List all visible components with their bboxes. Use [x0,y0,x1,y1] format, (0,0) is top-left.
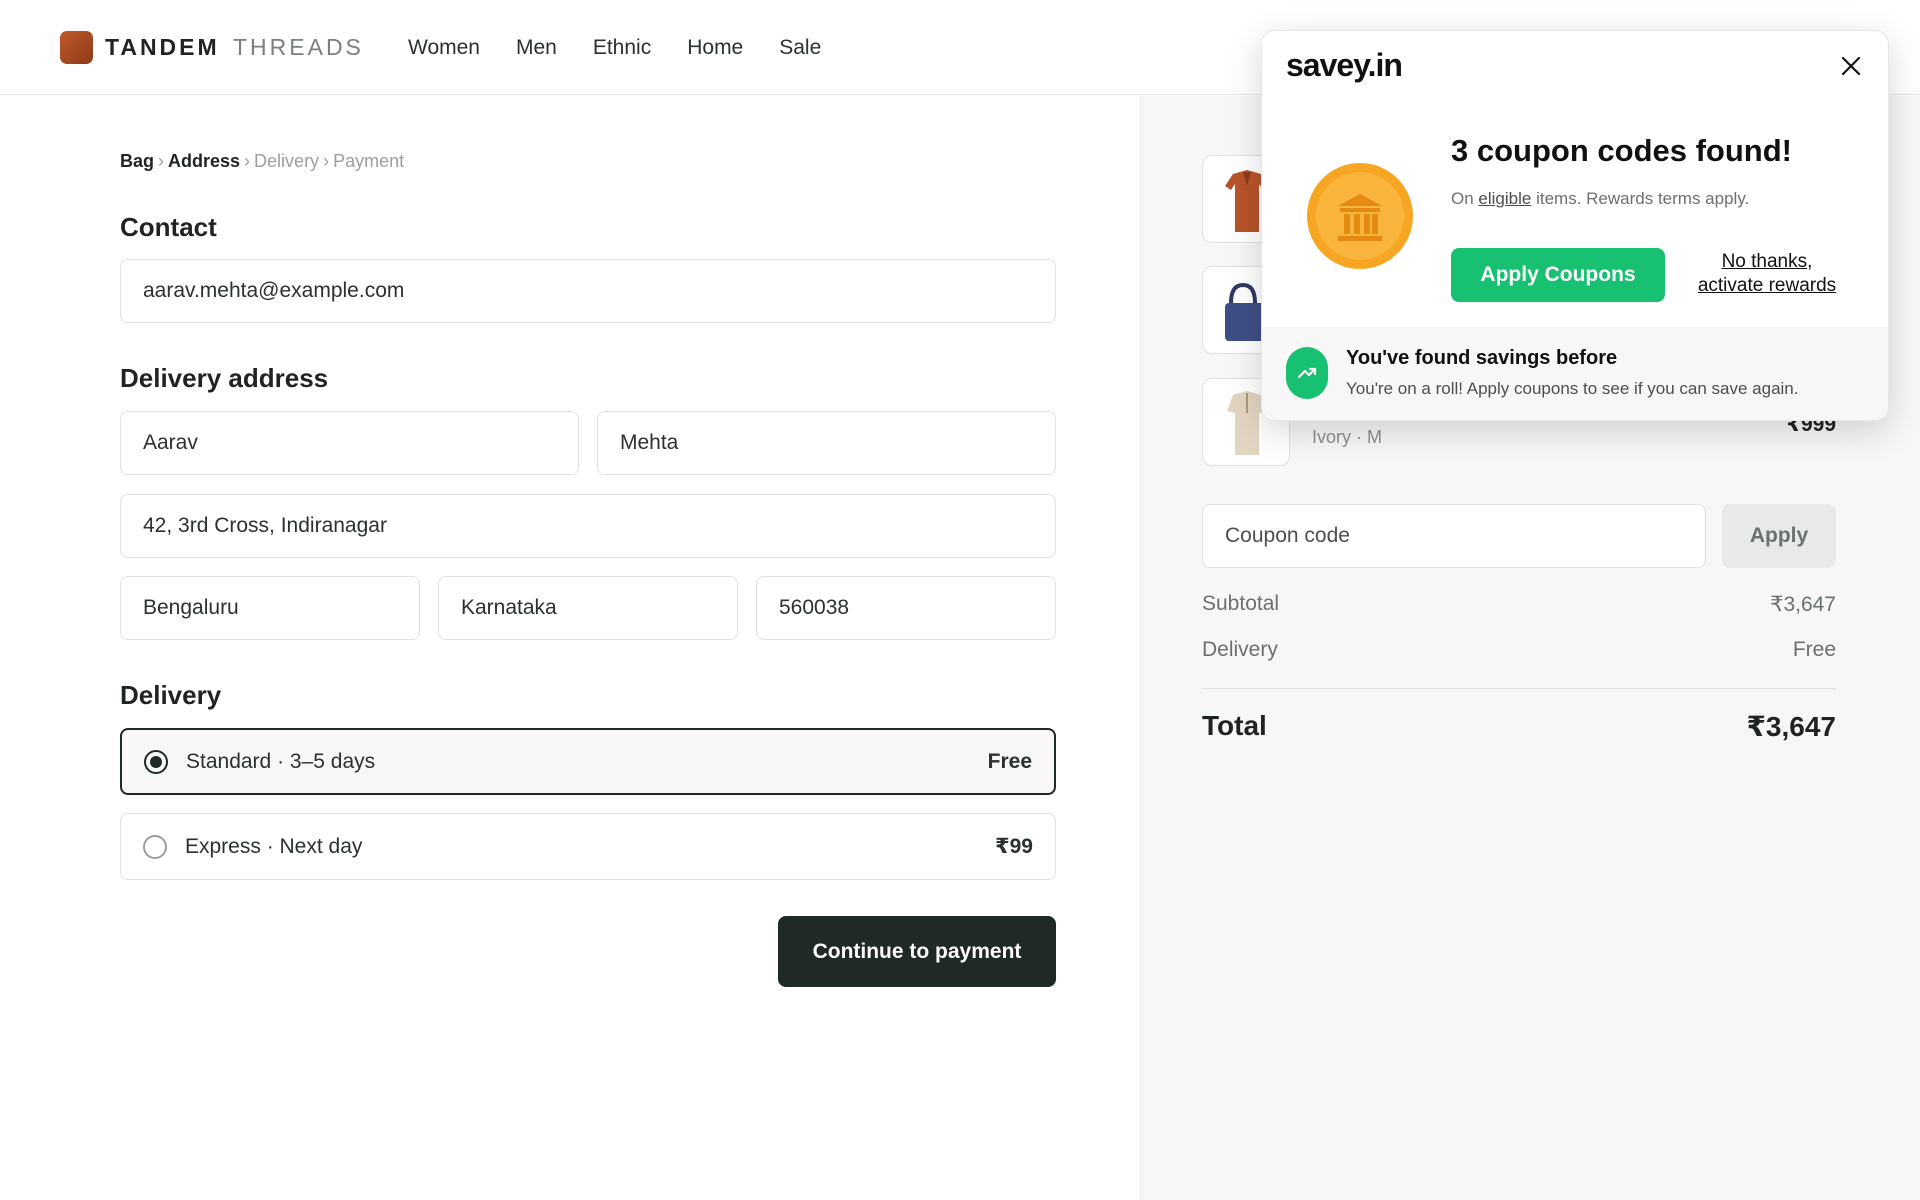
coupon-extension-popup: savey.in 3 coupon codes found! On eligib… [1261,30,1889,421]
delivery-address-heading: Delivery address [120,363,329,393]
radio-unselected-icon[interactable] [143,834,167,859]
coin-bank-icon [1307,163,1413,269]
main-nav: Women Men Ethnic Home Sale [408,36,821,60]
brand-name-primary[interactable]: TANDEM [105,34,220,61]
breadcrumb-payment: Payment [333,151,405,171]
total-label: Total [1202,710,1267,741]
pincode-field[interactable]: 560038 [756,576,1056,640]
nav-item-women[interactable]: Women [408,36,480,60]
delivery-cost-label: Delivery [1202,638,1278,661]
nav-item-sale[interactable]: Sale [779,36,821,60]
delivery-option-express[interactable]: Express · Next day ₹99 [120,813,1056,880]
eligible-link[interactable]: eligible [1478,189,1531,208]
savey-logo: savey.in [1286,47,1403,83]
delivery-cost-row: Delivery Free [1202,638,1836,662]
no-thanks-line1[interactable]: No thanks, [1686,250,1848,274]
close-icon[interactable] [1836,51,1866,81]
city-field[interactable]: Bengaluru [120,576,420,640]
continue-to-payment-button[interactable]: Continue to payment [778,916,1056,987]
delivery-option-label: Standard · 3–5 days [186,749,376,773]
breadcrumb-address[interactable]: Address [168,151,240,171]
first-name-field[interactable]: Aarav [120,411,579,475]
state-field[interactable]: Karnataka [438,576,738,640]
contact-heading: Contact [120,212,217,242]
breadcrumb-bag[interactable]: Bag [120,151,154,171]
popup-footer: You've found savings before You're on a … [1262,327,1888,420]
delivery-option-price: ₹99 [995,835,1033,858]
delivery-cost-value: Free [1792,638,1836,661]
popup-subtitle-suffix: items. Rewards terms apply. [1536,189,1750,208]
email-field[interactable]: aarav.mehta@example.com [120,259,1056,323]
no-thanks-line2[interactable]: activate rewards [1686,274,1848,298]
coupon-code-input[interactable]: Coupon code [1202,504,1706,568]
street-address-field[interactable]: 42, 3rd Cross, Indiranagar [120,494,1056,558]
radio-selected-icon[interactable] [144,749,168,774]
brand-name-secondary[interactable]: THREADS [233,34,364,61]
popup-footer-text: You're on a roll! Apply coupons to see i… [1346,379,1799,398]
popup-subtitle: On eligible items. Rewards terms apply. [1451,189,1749,209]
no-thanks-link[interactable]: No thanks, activate rewards [1686,250,1848,298]
breadcrumb-separator: › [158,151,165,171]
nav-item-home[interactable]: Home [687,36,743,60]
subtotal-label: Subtotal [1202,592,1280,615]
summary-divider [1202,688,1836,689]
breadcrumb-separator: › [323,151,330,171]
checkout-breadcrumb: Bag › Address › Delivery › Payment [120,151,404,172]
delivery-option-standard[interactable]: Standard · 3–5 days Free [120,728,1056,795]
breadcrumb-delivery: Delivery [254,151,320,171]
coupon-apply-button[interactable]: Apply [1722,504,1836,568]
subtotal-value: ₹3,647 [1770,593,1836,616]
last-name-field[interactable]: Mehta [597,411,1056,475]
total-row: Total ₹3,647 [1202,710,1836,743]
nav-item-ethnic[interactable]: Ethnic [593,36,651,60]
brand-logo-icon[interactable] [60,31,93,64]
item-variant: Ivory · M [1312,427,1382,447]
delivery-option-price: Free [987,749,1032,773]
total-value: ₹3,647 [1746,711,1836,742]
delivery-heading: Delivery [120,680,222,710]
nav-item-men[interactable]: Men [516,36,557,60]
subtotal-row: Subtotal ₹3,647 [1202,592,1836,617]
delivery-option-label: Express · Next day [185,834,363,858]
trending-up-icon [1286,347,1328,399]
breadcrumb-separator: › [244,151,251,171]
apply-coupons-button[interactable]: Apply Coupons [1451,248,1665,302]
popup-subtitle-prefix: On [1451,189,1474,208]
popup-title: 3 coupon codes found! [1451,133,1792,168]
popup-footer-title: You've found savings before [1346,347,1618,369]
